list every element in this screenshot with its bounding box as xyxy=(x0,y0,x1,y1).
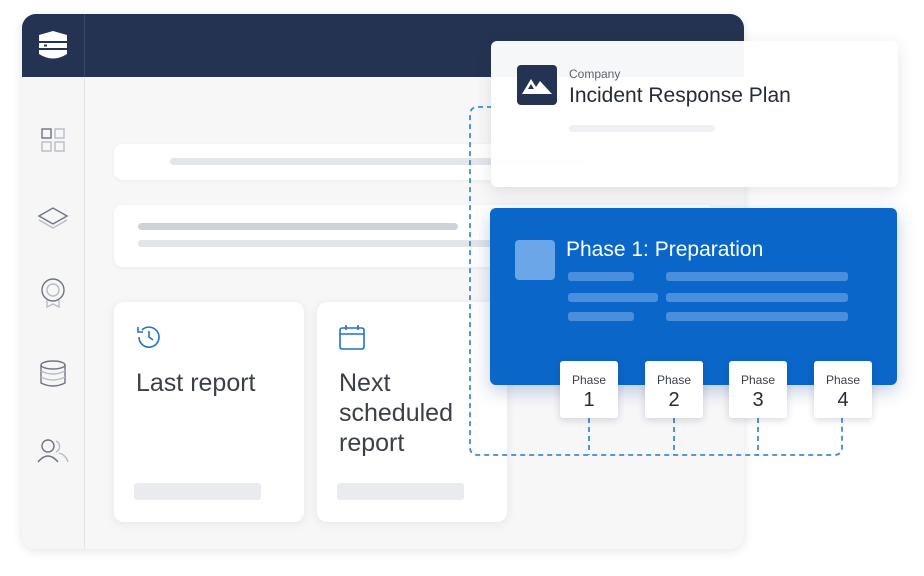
sidebar-item-compliance[interactable] xyxy=(37,277,69,309)
calendar-icon xyxy=(339,325,365,350)
last-report-title: Last report xyxy=(136,369,256,397)
phase-step-number: 3 xyxy=(752,389,764,411)
layers-icon xyxy=(37,207,69,229)
phase-step-4[interactable]: Phase 4 xyxy=(814,361,872,418)
last-report-placeholder xyxy=(134,483,261,500)
phase-step-1[interactable]: Phase 1 xyxy=(560,361,618,418)
grid-icon xyxy=(41,128,65,152)
next-report-card[interactable]: Next scheduled report xyxy=(317,302,507,522)
company-plan-title: Incident Response Plan xyxy=(569,84,791,107)
phase-placeholder xyxy=(568,272,634,281)
sidebar-item-users[interactable] xyxy=(37,435,69,467)
next-report-placeholder xyxy=(337,483,464,500)
users-icon xyxy=(37,439,69,463)
phase-step-label: Phase xyxy=(656,373,692,387)
phase-card[interactable]: Phase 1: Preparation xyxy=(490,208,897,385)
phase-placeholder xyxy=(666,293,848,302)
company-placeholder xyxy=(569,125,715,132)
sidebar-item-dashboard[interactable] xyxy=(37,124,69,156)
sidebar-item-layers[interactable] xyxy=(37,202,69,234)
phase-placeholder xyxy=(666,272,848,281)
sidebar xyxy=(22,14,85,549)
mountain-logo-icon xyxy=(522,79,552,94)
shield-logo-icon xyxy=(39,30,67,58)
sidebar-item-data[interactable] xyxy=(37,358,69,390)
phase-thumbnail xyxy=(515,240,555,280)
phase-title: Phase 1: Preparation xyxy=(566,238,764,261)
company-plan-card[interactable]: Company Incident Response Plan xyxy=(491,41,898,187)
phase-placeholder xyxy=(568,293,658,302)
company-logo xyxy=(517,65,557,105)
last-report-card[interactable]: Last report xyxy=(114,302,304,522)
stage: Last report Next scheduled report Compan… xyxy=(0,0,924,576)
database-icon xyxy=(40,360,66,387)
next-report-title: Next scheduled report xyxy=(339,369,453,457)
sidebar-logo[interactable] xyxy=(22,14,85,77)
history-icon xyxy=(137,326,160,348)
company-label: Company xyxy=(569,67,621,81)
phase-step-label: Phase xyxy=(825,373,861,387)
phase-step-number: 1 xyxy=(583,389,595,411)
phase-step-number: 4 xyxy=(837,389,849,411)
phase-placeholder xyxy=(666,312,848,321)
phase-step-3[interactable]: Phase 3 xyxy=(729,361,787,418)
phase-placeholder xyxy=(568,312,634,321)
award-icon xyxy=(41,278,65,309)
phase-step-label: Phase xyxy=(571,373,607,387)
phase-step-2[interactable]: Phase 2 xyxy=(645,361,703,418)
phase-step-label: Phase xyxy=(740,373,776,387)
phase-step-number: 2 xyxy=(668,389,680,411)
